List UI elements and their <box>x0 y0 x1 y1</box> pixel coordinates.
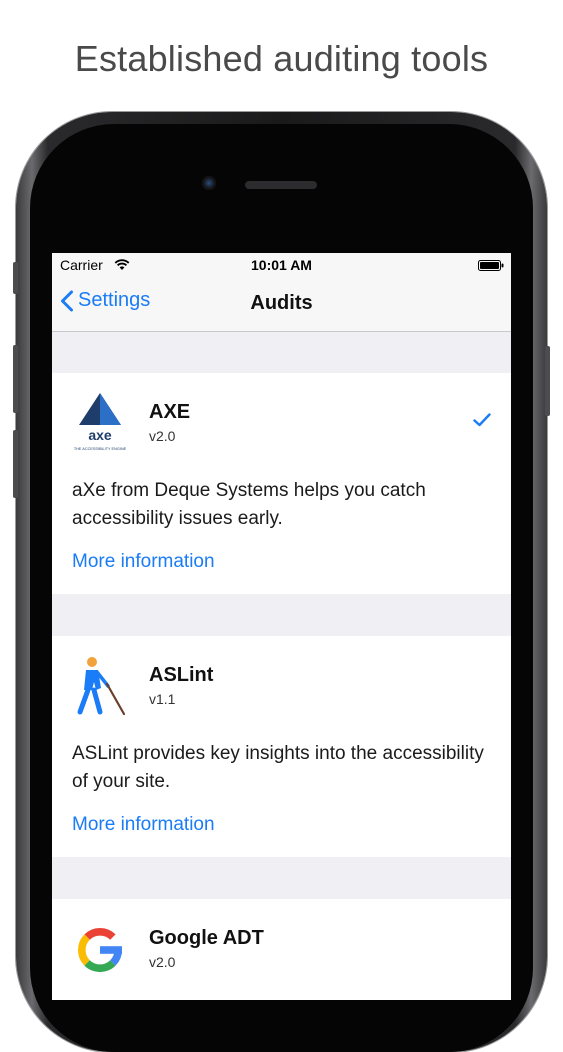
audit-version: v2.0 <box>149 428 176 444</box>
phone-screen: Carrier 10:01 AM Settings Audits axe THE… <box>52 253 511 1000</box>
audit-item-aslint[interactable]: ASLint v1.1 ASLint provides key insights… <box>52 636 511 857</box>
status-bar: Carrier 10:01 AM <box>52 253 511 277</box>
navigation-bar: Settings Audits <box>52 277 511 332</box>
mute-switch <box>13 430 18 498</box>
earpiece-speaker <box>245 181 317 189</box>
more-information-link[interactable]: More information <box>72 814 215 836</box>
volume-down-button <box>13 345 18 413</box>
battery-icon <box>478 260 504 271</box>
page-headline: Established auditing tools <box>74 38 489 79</box>
google-logo-icon <box>77 927 123 973</box>
checkmark-icon <box>473 413 491 427</box>
audit-description: aXe from Deque Systems helps you catch a… <box>72 480 426 529</box>
audit-description: ASLint provides key insights into the ac… <box>72 743 484 792</box>
front-camera <box>202 176 216 190</box>
nav-title: Audits <box>250 292 313 314</box>
volume-up-button <box>13 262 18 294</box>
status-time: 10:01 AM <box>251 257 312 273</box>
audit-item-google-adt[interactable]: Google ADT v2.0 <box>52 899 511 1000</box>
accessibility-walker-icon <box>77 657 126 716</box>
audit-version: v2.0 <box>149 954 176 970</box>
audit-name: ASLint <box>149 664 214 686</box>
axe-logo-icon: axe THE ACCESSIBILITY ENGINE <box>74 393 127 451</box>
power-button <box>545 346 550 416</box>
audit-version: v1.1 <box>149 691 176 707</box>
axe-logo-wordmark: axe <box>88 427 112 443</box>
audit-name: Google ADT <box>149 927 264 949</box>
axe-logo-tagline: THE ACCESSIBILITY ENGINE <box>74 447 127 451</box>
audit-name: AXE <box>149 401 191 423</box>
audit-item-axe[interactable]: axe THE ACCESSIBILITY ENGINE AXE v2.0 aX… <box>52 373 511 594</box>
more-information-link[interactable]: More information <box>72 551 215 573</box>
